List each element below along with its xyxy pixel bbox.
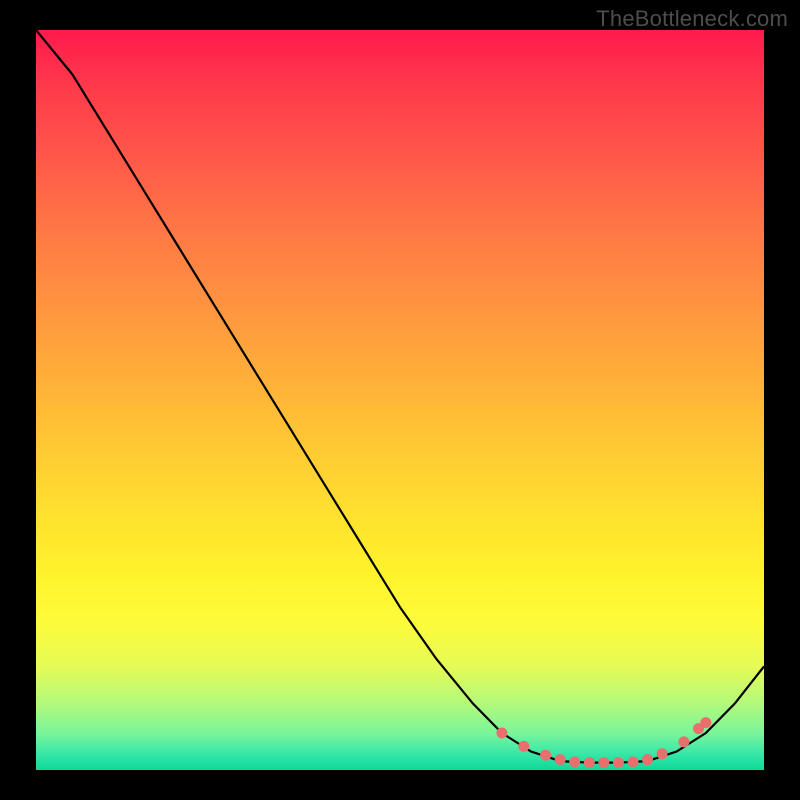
optimal-marker [678, 736, 689, 747]
optimal-marker [613, 757, 624, 768]
optimal-marker [540, 750, 551, 761]
bottleneck-curve [36, 30, 764, 763]
optimal-marker [598, 757, 609, 768]
optimal-marker [657, 748, 668, 759]
optimal-marker [496, 728, 507, 739]
optimal-zone-markers [496, 717, 711, 768]
optimal-marker [569, 756, 580, 767]
optimal-marker [518, 741, 529, 752]
optimal-marker [700, 717, 711, 728]
watermark-text: TheBottleneck.com [596, 6, 788, 32]
chart-plot-area [36, 30, 764, 770]
optimal-marker [628, 756, 639, 767]
optimal-marker [555, 754, 566, 765]
chart-svg [36, 30, 764, 770]
optimal-marker [584, 757, 595, 768]
optimal-marker [642, 754, 653, 765]
